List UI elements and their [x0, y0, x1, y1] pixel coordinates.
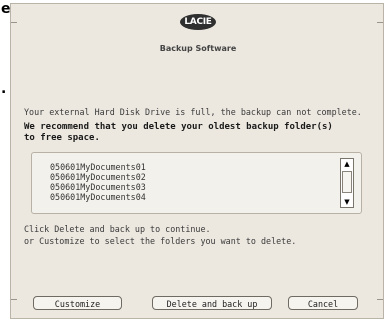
list-item[interactable]: 050601MyDocuments02: [50, 172, 146, 182]
drive-full-message: Your external Hard Disk Drive is full, t…: [24, 107, 362, 117]
lacie-logo: LACIE: [180, 14, 216, 30]
app-subtitle: Backup Software: [159, 44, 237, 53]
lacie-logo-container: LACIE: [11, 9, 385, 30]
recommendation-line: We recommend that you delete your oldest…: [24, 122, 333, 132]
background-text-dot: .: [1, 81, 7, 97]
list-item[interactable]: 050601MyDocuments03: [50, 182, 146, 192]
instruction-line: Click Delete and back up to continue.: [24, 224, 211, 234]
scroll-down-arrow-icon[interactable]: ▼: [341, 197, 353, 207]
delete-and-back-up-button[interactable]: Delete and back up: [152, 296, 272, 310]
customize-button[interactable]: Customize: [33, 296, 122, 310]
scroll-up-arrow-icon[interactable]: ▲: [341, 159, 353, 169]
list-item[interactable]: 050601MyDocuments04: [50, 192, 146, 202]
scroll-thumb[interactable]: [342, 171, 352, 193]
cancel-button[interactable]: Cancel: [288, 296, 358, 310]
recommendation-text: We recommend that you delete your oldest…: [24, 122, 369, 144]
list-item[interactable]: 050601MyDocuments01: [50, 162, 146, 172]
instruction-line: or Customize to select the folders you w…: [24, 236, 297, 246]
dialog-corner-tick: [11, 299, 17, 300]
dialog-corner-tick: [377, 299, 383, 300]
recommendation-line: to free space.: [24, 133, 100, 143]
page: e . LACIE Backup Software Your external …: [0, 0, 386, 323]
folder-list-scrollbar[interactable]: ▲ ▼: [340, 158, 354, 208]
